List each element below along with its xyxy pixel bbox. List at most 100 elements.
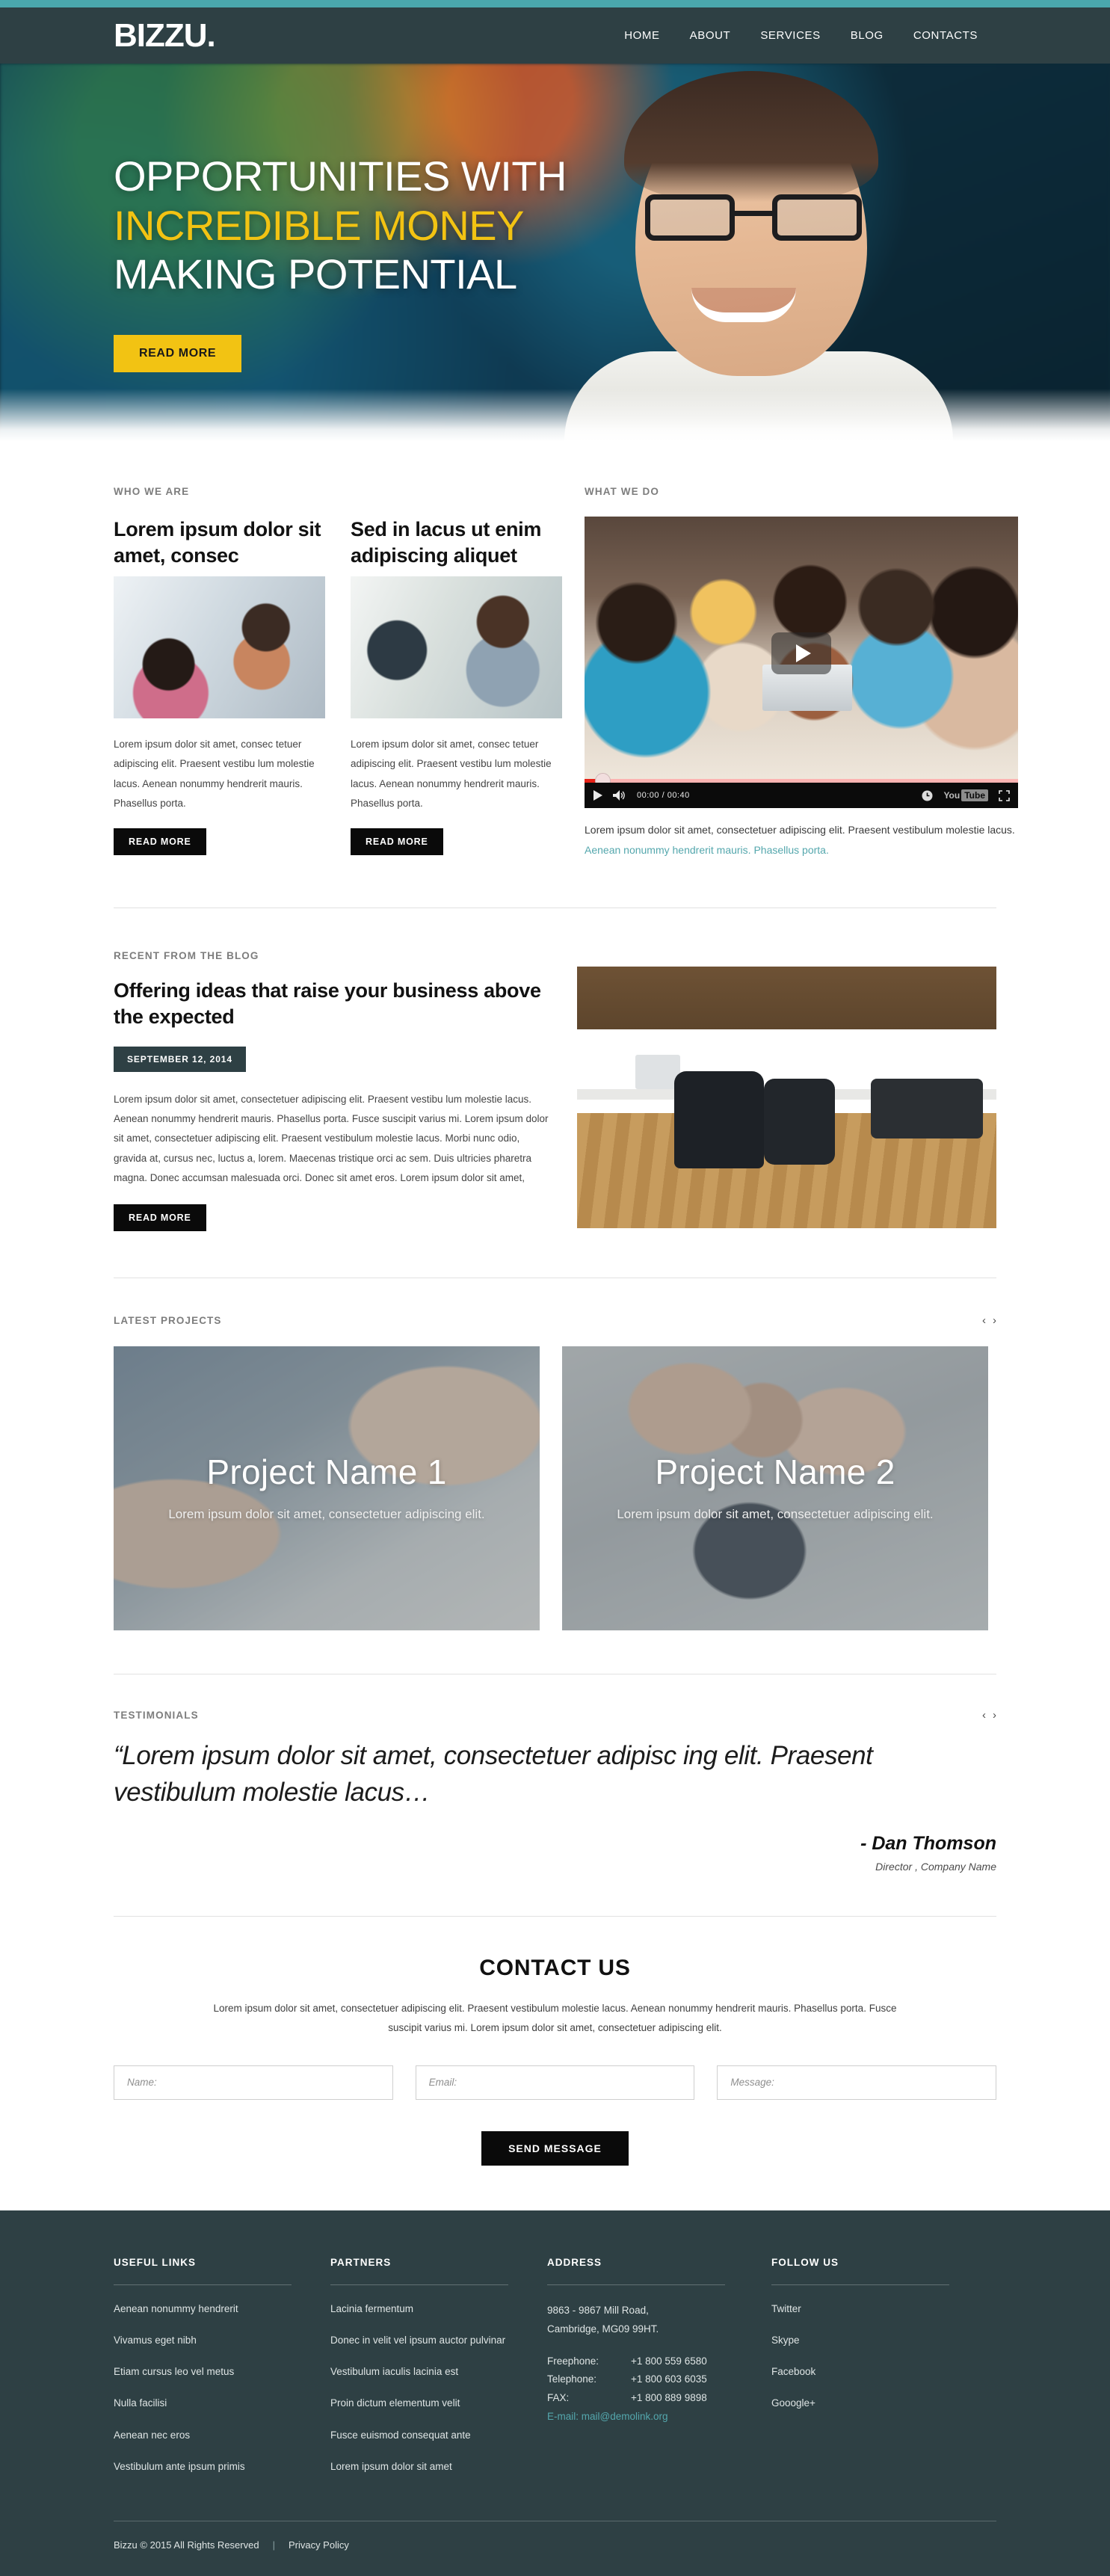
footer-link[interactable]: Lorem ipsum dolor sit amet xyxy=(330,2461,452,2472)
testimonials-next-arrow-icon[interactable]: › xyxy=(993,1709,996,1722)
privacy-policy-link[interactable]: Privacy Policy xyxy=(289,2539,349,2551)
social-link-google-plus[interactable]: Gooogle+ xyxy=(771,2397,815,2409)
list-item: Etiam cursus leo vel metus xyxy=(114,2364,330,2379)
youtube-you-text: You xyxy=(943,790,961,801)
footer-useful-links: USEFUL LINKS Aenean nonummy hendrerit Vi… xyxy=(114,2257,330,2475)
list-item: Lacinia fermentum xyxy=(330,2302,547,2317)
video-player[interactable]: 00:00 / 00:40 You Tube xyxy=(585,517,1018,808)
footer-follow-list: Twitter Skype Facebook Gooogle+ xyxy=(771,2302,988,2412)
play-overlay-button[interactable] xyxy=(771,632,831,675)
footer-partners: PARTNERS Lacinia fermentum Donec in veli… xyxy=(330,2257,547,2475)
footer-link[interactable]: Vestibulum ante ipsum primis xyxy=(114,2461,245,2472)
send-message-button[interactable]: SEND MESSAGE xyxy=(481,2130,629,2166)
footer-address: ADDRESS 9863 - 9867 Mill Road, Cambridge… xyxy=(547,2257,771,2475)
about-card-read-more-button[interactable]: READ MORE xyxy=(114,828,206,856)
blog-date-badge: SEPTEMBER 12, 2014 xyxy=(114,1046,246,1072)
fax-row: FAX: +1 800 889 9898 xyxy=(547,2389,771,2408)
testimonials-header: TESTIMONIALS ‹ › xyxy=(114,1709,996,1722)
list-item: Aenean nec eros xyxy=(114,2428,330,2443)
freephone-label: Freephone: xyxy=(547,2355,599,2367)
hero-headline: OPPORTUNITIES WITH INCREDIBLE MONEY MAKI… xyxy=(114,152,1110,299)
social-link-facebook[interactable]: Facebook xyxy=(771,2366,815,2377)
blog-eyebrow: RECENT FROM THE BLOG xyxy=(114,949,259,961)
project-title: Project Name 2 xyxy=(655,1452,895,1492)
video-time-display: 00:00 / 00:40 xyxy=(637,791,690,800)
play-button-icon[interactable] xyxy=(593,790,602,801)
about-card-image xyxy=(114,576,325,718)
site-logo[interactable]: BIZZU. xyxy=(114,19,216,52)
list-item: Facebook xyxy=(771,2364,988,2379)
testimonials-carousel-arrows: ‹ › xyxy=(982,1709,996,1722)
projects-prev-arrow-icon[interactable]: ‹ xyxy=(982,1314,986,1327)
footer-link[interactable]: Vivamus eget nibh xyxy=(114,2335,197,2346)
project-subtitle: Lorem ipsum dolor sit amet, consectetuer… xyxy=(617,1506,934,1521)
list-item: Donec in velit vel ipsum auctor pulvinar xyxy=(330,2333,547,2348)
list-item: Skype xyxy=(771,2333,988,2348)
footer-link[interactable]: Proin dictum elementum velit xyxy=(330,2397,460,2409)
youtube-tube-text: Tube xyxy=(961,789,988,801)
name-input[interactable] xyxy=(114,2065,393,2100)
nav-item-contacts[interactable]: CONTACTS xyxy=(913,29,978,42)
about-card-title: Sed in lacus ut enim adipiscing aliquet xyxy=(351,518,542,567)
blog-post-title[interactable]: Offering ideas that raise your business … xyxy=(114,978,555,1030)
nav-item-services[interactable]: SERVICES xyxy=(760,29,820,42)
email-input[interactable] xyxy=(415,2065,695,2100)
about-and-video-section: WHO WE ARE Lorem ipsum dolor sit amet, c… xyxy=(0,441,1110,861)
project-caption: Project Name 1 Lorem ipsum dolor sit ame… xyxy=(114,1453,540,1523)
who-we-are-eyebrow: WHO WE ARE xyxy=(114,486,190,497)
nav-item-blog[interactable]: BLOG xyxy=(851,29,884,42)
blog-read-more-button[interactable]: READ MORE xyxy=(114,1204,206,1232)
testimonial-author: - Dan Thomson xyxy=(860,1832,996,1854)
about-card: Sed in lacus ut enim adipiscing aliquet … xyxy=(351,517,562,856)
testimonial-role: Director , Company Name xyxy=(875,1860,996,1873)
latest-projects-section: LATEST PROJECTS ‹ › Project Name 1 Lorem… xyxy=(0,1278,1110,1631)
video-caption-link[interactable]: Aenean nonummy hendrerit mauris. Phasell… xyxy=(585,844,829,856)
watch-later-clock-icon[interactable] xyxy=(922,790,933,801)
footer-link[interactable]: Lacinia fermentum xyxy=(330,2303,413,2314)
message-input[interactable] xyxy=(717,2065,997,2100)
projects-header: LATEST PROJECTS ‹ › xyxy=(114,1314,996,1327)
footer-columns: USEFUL LINKS Aenean nonummy hendrerit Vi… xyxy=(114,2257,996,2475)
fullscreen-icon[interactable] xyxy=(999,789,1010,801)
contact-section: CONTACT US Lorem ipsum dolor sit amet, c… xyxy=(0,1917,1110,2166)
site-header: BIZZU. HOME ABOUT SERVICES BLOG CONTACTS xyxy=(0,7,1110,64)
social-link-twitter[interactable]: Twitter xyxy=(771,2303,801,2314)
main-navigation: HOME ABOUT SERVICES BLOG CONTACTS xyxy=(624,29,996,42)
footer-link[interactable]: Aenean nonummy hendrerit xyxy=(114,2303,238,2314)
nav-item-about[interactable]: ABOUT xyxy=(690,29,731,42)
fax-label: FAX: xyxy=(547,2392,570,2404)
footer-link[interactable]: Fusce euismod consequat ante xyxy=(330,2429,471,2441)
footer-column-divider xyxy=(771,2284,949,2285)
hero-line-3: MAKING POTENTIAL xyxy=(114,250,517,298)
social-link-skype[interactable]: Skype xyxy=(771,2335,800,2346)
youtube-logo-icon[interactable]: You Tube xyxy=(943,789,988,801)
freephone-row: Freephone: +1 800 559 6580 xyxy=(547,2352,771,2371)
footer-link[interactable]: Nulla facilisi xyxy=(114,2397,167,2409)
footer-link[interactable]: Etiam cursus leo vel metus xyxy=(114,2366,234,2377)
email-row: E-mail: mail@demolink.org xyxy=(547,2408,771,2426)
list-item: Vivamus eget nibh xyxy=(114,2333,330,2348)
email-value-link[interactable]: mail@demolink.org xyxy=(582,2408,668,2426)
project-card[interactable]: Project Name 2 Lorem ipsum dolor sit ame… xyxy=(562,1346,988,1631)
video-controls-bar: 00:00 / 00:40 You Tube xyxy=(585,783,1018,808)
testimonials-prev-arrow-icon[interactable]: ‹ xyxy=(982,1709,986,1722)
about-card-text: Lorem ipsum dolor sit amet, consec tetue… xyxy=(351,739,552,809)
nav-item-home[interactable]: HOME xyxy=(624,29,659,42)
who-we-are-column: WHO WE ARE Lorem ipsum dolor sit amet, c… xyxy=(114,486,562,861)
top-accent-bar xyxy=(0,0,1110,7)
footer-partners-title: PARTNERS xyxy=(330,2256,392,2268)
footer-address-block: 9863 - 9867 Mill Road, Cambridge, MG09 9… xyxy=(547,2302,771,2427)
footer-link[interactable]: Aenean nec eros xyxy=(114,2429,190,2441)
contact-description: Lorem ipsum dolor sit amet, consectetuer… xyxy=(213,2002,897,2034)
recent-blog-section: RECENT FROM THE BLOG Offering ideas that… xyxy=(0,908,1110,1232)
volume-icon[interactable] xyxy=(613,790,626,801)
projects-next-arrow-icon[interactable]: › xyxy=(993,1314,996,1327)
hero-bottom-fade xyxy=(0,389,1110,441)
hero-read-more-button[interactable]: READ MORE xyxy=(114,334,242,372)
about-card: Lorem ipsum dolor sit amet, consec Lorem… xyxy=(114,517,325,856)
footer-link[interactable]: Donec in velit vel ipsum auctor pulvinar xyxy=(330,2335,505,2346)
list-item: Gooogle+ xyxy=(771,2396,988,2411)
footer-link[interactable]: Vestibulum iaculis lacinia est xyxy=(330,2366,458,2377)
about-card-read-more-button[interactable]: READ MORE xyxy=(351,828,443,856)
project-card[interactable]: Project Name 1 Lorem ipsum dolor sit ame… xyxy=(114,1346,540,1631)
